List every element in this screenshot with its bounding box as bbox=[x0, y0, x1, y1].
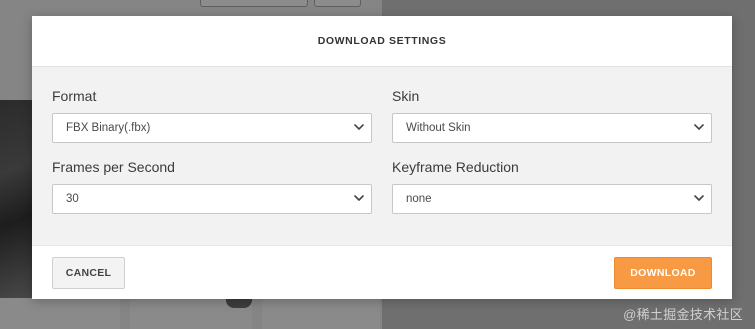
modal-header: DOWNLOAD SETTINGS bbox=[32, 16, 732, 66]
format-value: FBX Binary(.fbx) bbox=[66, 122, 151, 134]
modal-body: Format FBX Binary(.fbx) Skin Without Ski… bbox=[32, 66, 732, 245]
modal-title: DOWNLOAD SETTINGS bbox=[317, 35, 447, 47]
format-field: Format FBX Binary(.fbx) bbox=[52, 87, 372, 143]
fps-label: Frames per Second bbox=[52, 159, 175, 175]
background-button bbox=[200, 0, 308, 7]
watermark: @稀土掘金技术社区 bbox=[623, 307, 743, 322]
modal-footer: CANCEL DOWNLOAD bbox=[32, 245, 732, 299]
chevron-down-icon bbox=[354, 195, 364, 201]
background-shape bbox=[226, 298, 252, 308]
chevron-down-icon bbox=[694, 195, 704, 201]
fps-field: Frames per Second 30 bbox=[52, 158, 372, 214]
download-button[interactable]: DOWNLOAD bbox=[614, 257, 712, 289]
background-thumbnail bbox=[262, 298, 380, 329]
keyframe-reduction-label: Keyframe Reduction bbox=[392, 159, 519, 175]
skin-label: Skin bbox=[392, 88, 420, 104]
keyframe-reduction-value: none bbox=[406, 193, 432, 205]
download-settings-modal: DOWNLOAD SETTINGS Format FBX Binary(.fbx… bbox=[32, 16, 732, 299]
fps-value: 30 bbox=[66, 193, 79, 205]
skin-value: Without Skin bbox=[406, 122, 471, 134]
background-thumbnail bbox=[0, 298, 120, 329]
skin-select[interactable]: Without Skin bbox=[392, 113, 712, 143]
chevron-down-icon bbox=[694, 124, 704, 130]
background-button bbox=[314, 0, 361, 7]
skin-field: Skin Without Skin bbox=[392, 87, 712, 143]
cancel-button[interactable]: CANCEL bbox=[52, 257, 125, 289]
format-select[interactable]: FBX Binary(.fbx) bbox=[52, 113, 372, 143]
fps-select[interactable]: 30 bbox=[52, 184, 372, 214]
keyframe-reduction-select[interactable]: none bbox=[392, 184, 712, 214]
background-character-thumbnail bbox=[0, 100, 32, 300]
keyframe-reduction-field: Keyframe Reduction none bbox=[392, 158, 712, 214]
format-label: Format bbox=[52, 88, 97, 104]
chevron-down-icon bbox=[354, 124, 364, 130]
